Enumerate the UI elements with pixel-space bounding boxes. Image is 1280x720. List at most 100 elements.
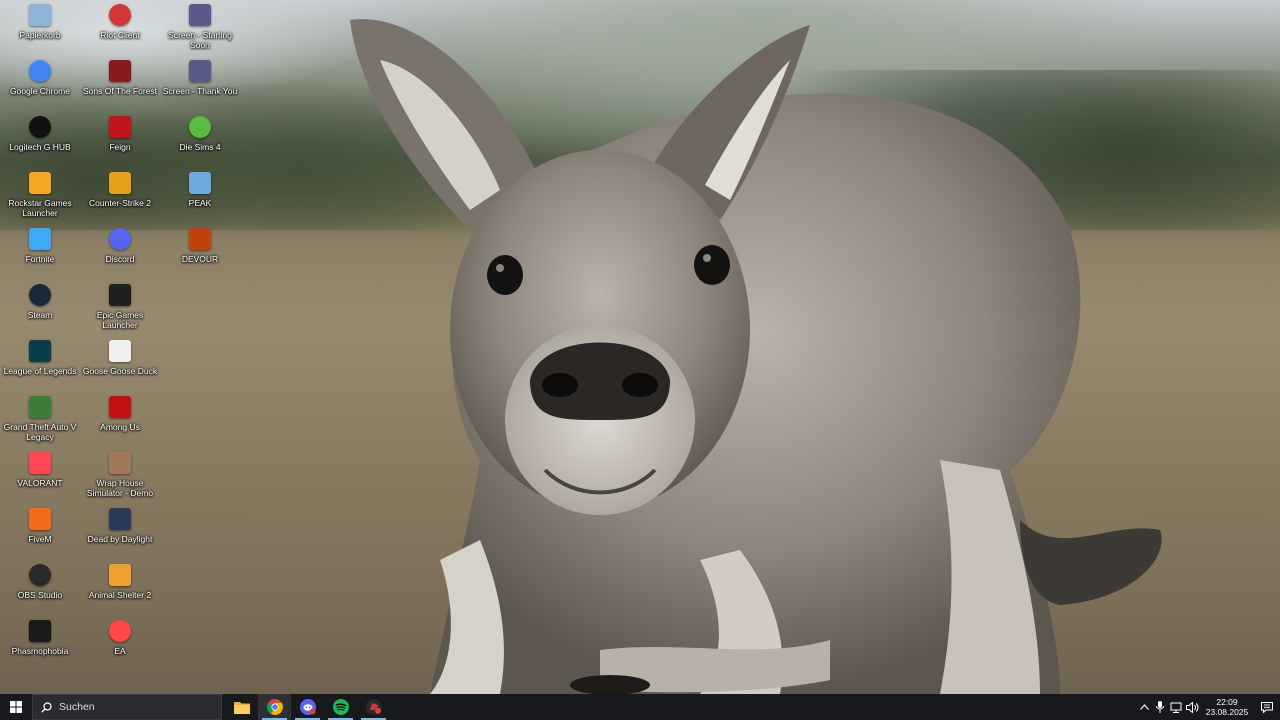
- clock-date: 23.08.2025: [1205, 707, 1249, 717]
- desktop-icon-label: VALORANT: [17, 478, 63, 488]
- sims-4-icon: [189, 116, 211, 138]
- taskbar-search-box[interactable]: Suchen: [32, 694, 222, 720]
- devour-icon: [189, 228, 211, 250]
- desktop-icon-label: Screen - Starting Soon: [168, 30, 232, 50]
- speaker-icon: [1185, 701, 1198, 713]
- desktop-icon-fivem[interactable]: FiveM: [0, 504, 80, 560]
- taskbar-discord[interactable]: [291, 694, 324, 720]
- desktop-icon-label: Sons Of The Forest: [82, 86, 157, 96]
- gta-v-icon: [29, 396, 51, 418]
- taskbar: Suchen 22:09 23.08.2025: [0, 694, 1280, 720]
- desktop-icon-discord[interactable]: Discord: [80, 224, 160, 280]
- ea-icon: [109, 620, 131, 642]
- chrome-icon: [266, 699, 283, 715]
- desktop-icon-label: EA: [114, 646, 126, 656]
- desktop-icon-sims-4[interactable]: Die Sims 4: [160, 112, 240, 168]
- desktop-icon-peak[interactable]: PEAK: [160, 168, 240, 224]
- desktop-icon-valorant[interactable]: VALORANT: [0, 448, 80, 504]
- screen-starting-soon-icon: [189, 4, 211, 26]
- discord-icon: [109, 228, 131, 250]
- desktop-icon-animal-shelter-2[interactable]: Animal Shelter 2: [80, 560, 160, 616]
- desktop-icon-label: Papierkorb: [19, 30, 61, 40]
- desktop-icon-counter-strike-2[interactable]: Counter-Strike 2: [80, 168, 160, 224]
- desktop-icon-dead-by-daylight[interactable]: Dead by Daylight: [80, 504, 160, 560]
- desktop-icon-label: PEAK: [188, 198, 212, 208]
- desktop-icon-label: Counter-Strike 2: [89, 198, 151, 208]
- desktop-icon-obs[interactable]: OBS Studio: [0, 560, 80, 616]
- desktop-icon-steam[interactable]: Steam: [0, 280, 80, 336]
- desktop-icon-label: Screen - Thank You: [162, 86, 238, 96]
- counter-strike-2-icon: [109, 172, 131, 194]
- tray-microphone[interactable]: [1152, 694, 1168, 720]
- sons-of-the-forest-icon: [109, 60, 131, 82]
- desktop-icon-fortnite[interactable]: Fortnite: [0, 224, 80, 280]
- notification-icon: [1261, 701, 1273, 713]
- tray-volume[interactable]: [1184, 694, 1200, 720]
- desktop-icon-label: Google Chrome: [9, 86, 70, 96]
- desktop-icon-label: Fortnite: [25, 254, 55, 264]
- desktop-icon-label: Discord: [105, 254, 135, 264]
- start-button[interactable]: [0, 694, 32, 720]
- desktop-icon-label: Die Sims 4: [179, 142, 221, 152]
- folder-icon: [233, 702, 250, 714]
- spotify-icon: [332, 699, 349, 715]
- rockstar-icon: [29, 172, 51, 194]
- animal-shelter-2-icon: [109, 564, 131, 586]
- desktop-icon-among-us[interactable]: Among Us: [80, 392, 160, 448]
- desktop-icon-label: Feign: [109, 142, 131, 152]
- taskbar-riot-client[interactable]: [357, 694, 390, 720]
- desktop-icon-label: Riot Client: [100, 30, 140, 40]
- league-of-legends-icon: [29, 340, 51, 362]
- goose-goose-duck-icon: [109, 340, 131, 362]
- desktop-icon-devour[interactable]: DEVOUR: [160, 224, 240, 280]
- taskbar-spotify[interactable]: [324, 694, 357, 720]
- tray-overflow-button[interactable]: [1136, 694, 1152, 720]
- desktop-icon-wrap-house-simulator[interactable]: Wrap House Simulator - Demo: [80, 448, 160, 504]
- taskbar-file-explorer[interactable]: [225, 694, 258, 720]
- microphone-icon: [1156, 701, 1164, 713]
- notification-center-button[interactable]: [1254, 694, 1280, 720]
- desktop-icon-rockstar[interactable]: Rockstar Games Launcher: [0, 168, 80, 224]
- desktop-icon-league-of-legends[interactable]: League of Legends: [0, 336, 80, 392]
- desktop-icon-label: Steam: [27, 310, 53, 320]
- desktop-icon-label: Dead by Daylight: [87, 534, 153, 544]
- tray-network[interactable]: [1168, 694, 1184, 720]
- desktop-icon-label: Animal Shelter 2: [88, 590, 152, 600]
- desktop-icon-label: Epic Games Launcher: [96, 310, 144, 330]
- desktop-icon-gta-v[interactable]: Grand Theft Auto V Legacy: [0, 392, 80, 448]
- fivem-icon: [29, 508, 51, 530]
- desktop-icon-epic-games[interactable]: Epic Games Launcher: [80, 280, 160, 336]
- desktop-icon-phasmophobia[interactable]: Phasmophobia: [0, 616, 80, 672]
- search-icon: [41, 701, 52, 713]
- epic-games-icon: [109, 284, 131, 306]
- network-icon: [1170, 702, 1182, 713]
- chrome-icon: [29, 60, 51, 82]
- valorant-icon: [29, 452, 51, 474]
- desktop-icon-riot-client[interactable]: Riot Client: [80, 0, 160, 56]
- desktop-icon-feign[interactable]: Feign: [80, 112, 160, 168]
- riot-client-icon: [365, 699, 382, 715]
- desktop-icon-label: Rockstar Games Launcher: [8, 198, 72, 218]
- desktop-icon-sons-of-the-forest[interactable]: Sons Of The Forest: [80, 56, 160, 112]
- desktop-icon-label: Phasmophobia: [11, 646, 69, 656]
- desktop-icon-label: Goose Goose Duck: [82, 366, 158, 376]
- desktop-icon-label: Among Us: [100, 422, 140, 432]
- windows-logo-icon: [10, 701, 22, 713]
- system-tray: 22:09 23.08.2025: [1136, 694, 1280, 720]
- desktop-icon-chrome[interactable]: Google Chrome: [0, 56, 80, 112]
- desktop-icon-recycle-bin[interactable]: Papierkorb: [0, 0, 80, 56]
- recycle-bin-icon: [29, 4, 51, 26]
- desktop-icon-goose-goose-duck[interactable]: Goose Goose Duck: [80, 336, 160, 392]
- desktop-icon-screen-thank-you[interactable]: Screen - Thank You: [160, 56, 240, 112]
- taskbar-chrome[interactable]: [258, 694, 291, 720]
- desktop-icon-ea[interactable]: EA: [80, 616, 160, 672]
- fortnite-icon: [29, 228, 51, 250]
- desktop-icon-logitech-g[interactable]: Logitech G HUB: [0, 112, 80, 168]
- desktop-icon-screen-starting-soon[interactable]: Screen - Starting Soon: [160, 0, 240, 56]
- peak-icon: [189, 172, 211, 194]
- dead-by-daylight-icon: [109, 508, 131, 530]
- obs-icon: [29, 564, 51, 586]
- logitech-g-icon: [29, 116, 51, 138]
- taskbar-clock[interactable]: 22:09 23.08.2025: [1204, 697, 1250, 717]
- phasmophobia-icon: [29, 620, 51, 642]
